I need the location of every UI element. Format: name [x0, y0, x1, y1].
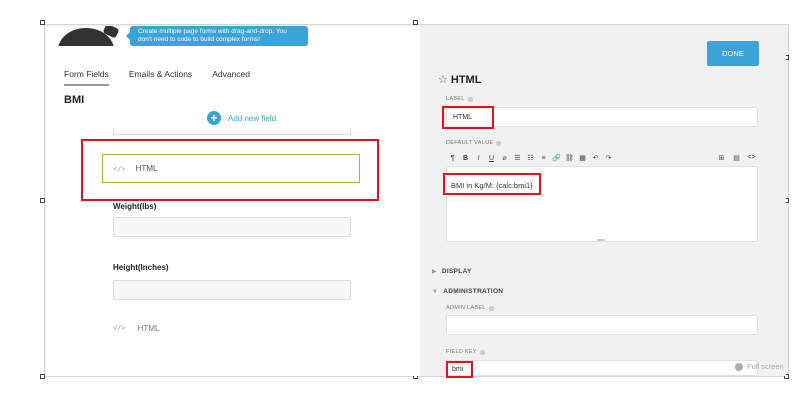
- tab-form-fields[interactable]: Form Fields: [64, 69, 109, 86]
- media-button[interactable]: ▤: [730, 154, 743, 162]
- highlight-default-value: [443, 173, 541, 195]
- full-screen-label: Full screen: [747, 362, 784, 371]
- height-input[interactable]: [113, 280, 351, 300]
- info-icon[interactable]: [496, 140, 502, 146]
- italic-button[interactable]: I: [472, 155, 485, 162]
- weight-field-label: Weight(lbs): [113, 202, 157, 211]
- bold-button[interactable]: B: [459, 155, 472, 162]
- merge-tags-button[interactable]: ⊞: [715, 154, 728, 162]
- add-new-field-button[interactable]: + Add new field: [207, 111, 276, 125]
- link-button[interactable]: 🔗: [550, 154, 563, 162]
- form-title: BMI: [64, 94, 85, 106]
- bullet-list-button[interactable]: ☰: [511, 154, 524, 162]
- info-icon[interactable]: [467, 96, 473, 102]
- administration-section-label: ADMINISTRATION: [443, 288, 504, 295]
- redo-button[interactable]: ↷: [602, 154, 615, 162]
- align-button[interactable]: ≡: [537, 155, 550, 162]
- resize-handle-top-middle[interactable]: [413, 20, 418, 25]
- toolbar-right-group: ⊞ ▤ <>: [715, 154, 758, 162]
- ninja-logo-icon: [56, 26, 120, 46]
- highlight-selected-field: [81, 139, 379, 201]
- numbered-list-button[interactable]: ☷: [524, 154, 537, 162]
- info-icon[interactable]: [479, 349, 485, 355]
- settings-title-text: HTML: [450, 73, 482, 86]
- star-outline-icon: ☆: [438, 74, 448, 86]
- display-section-toggle[interactable]: ▶ DISPLAY: [432, 268, 472, 275]
- eraser-button[interactable]: ⌀: [498, 154, 511, 162]
- resize-handle-bottom-left[interactable]: [40, 374, 45, 379]
- height-field-label: Height(Inches): [113, 263, 169, 272]
- unlink-button[interactable]: ⛓: [563, 154, 576, 162]
- editor-resize-grip[interactable]: [597, 239, 605, 241]
- rich-text-toolbar: ¶ B I U ⌀ ☰ ☷ ≡ 🔗 ⛓ ▦ ↶ ↷ ⊞ ▤ <>: [446, 151, 758, 165]
- tab-emails-actions[interactable]: Emails & Actions: [129, 69, 192, 86]
- tooltip-line-1: Create multiple page forms with drag-and…: [138, 28, 287, 35]
- settings-title: ☆ HTML: [438, 73, 482, 87]
- expand-icon: [735, 362, 743, 371]
- resize-handle-middle-left[interactable]: [40, 198, 45, 203]
- builder-tabs: Form Fields Emails & Actions Advanced: [64, 69, 270, 86]
- add-new-field-label: Add new field: [228, 113, 277, 123]
- caret-down-icon: ▼: [432, 288, 439, 295]
- caret-right-icon: ▶: [432, 269, 437, 275]
- label-caption: LABEL: [446, 96, 473, 102]
- help-tooltip: Create multiple page forms with drag-and…: [126, 26, 308, 46]
- done-button[interactable]: DONE: [707, 41, 759, 66]
- field-key-input[interactable]: [446, 360, 758, 376]
- highlight-field-key: [446, 361, 473, 378]
- code-view-button[interactable]: <>: [745, 154, 758, 162]
- weight-input[interactable]: [113, 217, 351, 237]
- field-key-caption-text: FIELD KEY: [446, 349, 477, 355]
- admin-label-caption-text: ADMIN LABEL: [446, 305, 486, 311]
- resize-handle-top-left[interactable]: [40, 20, 45, 25]
- underline-button[interactable]: U: [485, 155, 498, 162]
- undo-button[interactable]: ↶: [589, 154, 602, 162]
- field-key-caption: FIELD KEY: [446, 349, 485, 355]
- tooltip-line-2: don't need to code to build complex form…: [138, 36, 260, 43]
- code-icon: </>: [113, 324, 126, 332]
- tab-advanced[interactable]: Advanced: [212, 69, 250, 86]
- paragraph-button[interactable]: ¶: [446, 155, 459, 162]
- html-field-item[interactable]: </> HTML: [113, 324, 159, 333]
- display-section-label: DISPLAY: [441, 268, 472, 275]
- admin-label-input[interactable]: [446, 315, 758, 335]
- admin-label-caption: ADMIN LABEL: [446, 305, 494, 311]
- default-value-caption: DEFAULT VALUE: [446, 140, 502, 146]
- highlight-label-input: [442, 106, 494, 129]
- field-card-edge: [113, 128, 351, 135]
- label-caption-text: LABEL: [446, 96, 465, 102]
- administration-section-toggle[interactable]: ▼ ADMINISTRATION: [432, 288, 503, 295]
- full-screen-toggle[interactable]: Full screen: [735, 362, 784, 371]
- table-button[interactable]: ▦: [576, 154, 589, 162]
- default-value-caption-text: DEFAULT VALUE: [446, 140, 494, 146]
- plus-circle-icon: +: [207, 111, 221, 125]
- html-field-label: HTML: [137, 324, 160, 333]
- info-icon[interactable]: [488, 305, 494, 311]
